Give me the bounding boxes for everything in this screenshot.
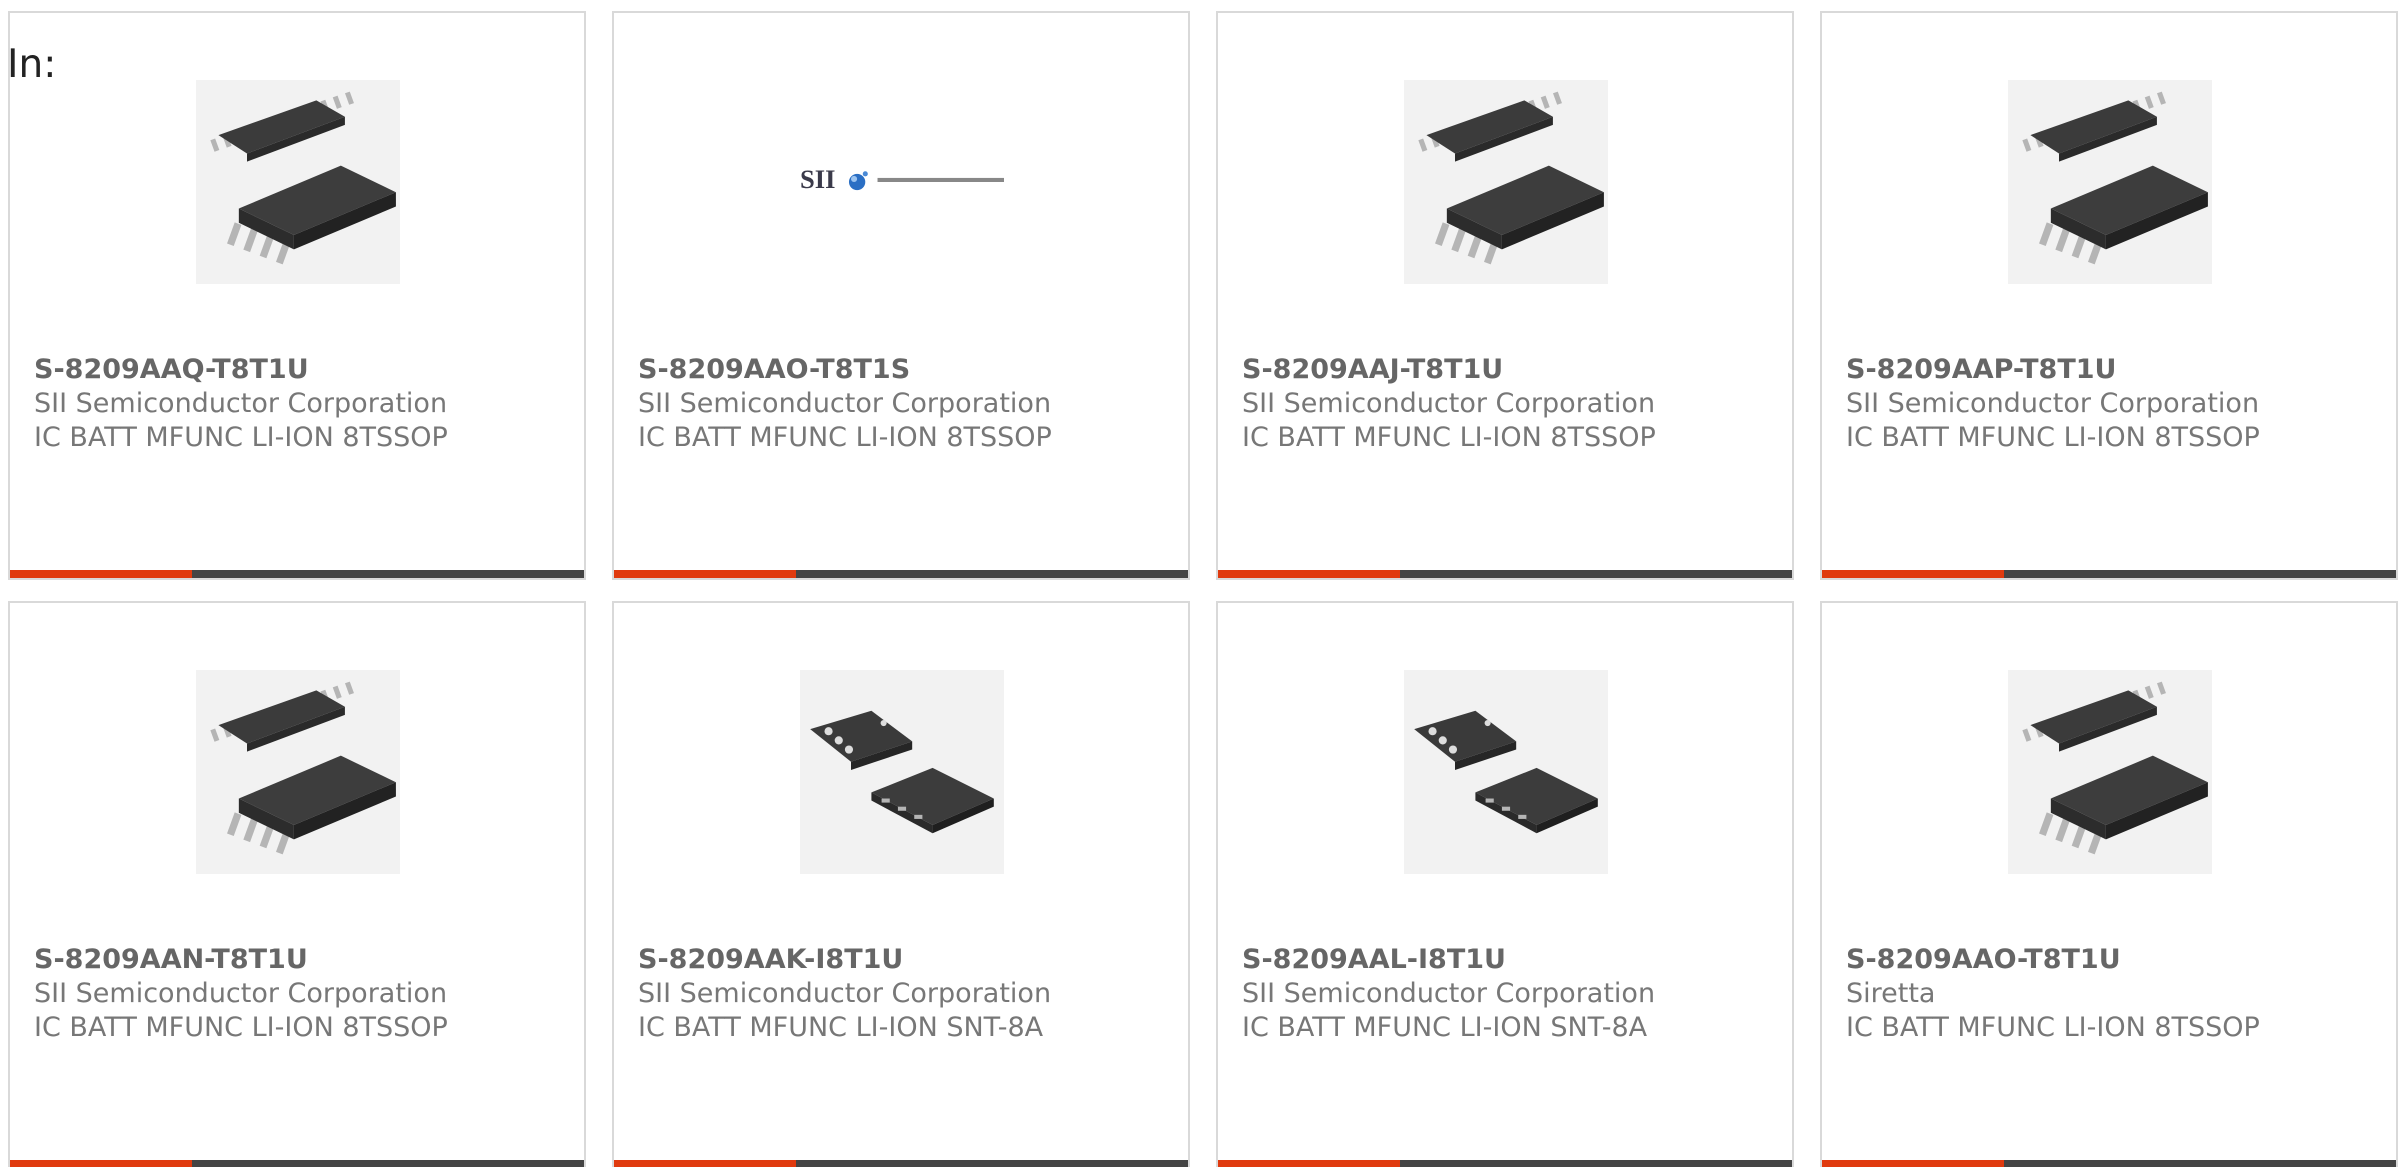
sii-logo-icon: SII	[800, 164, 1004, 194]
tssop-chip-image	[2008, 670, 2212, 874]
page: In: S-8209AAQ-T8T1U SII Semiconductor Co…	[0, 0, 2400, 1167]
description: IC BATT MFUNC LI-ION 8TSSOP	[638, 422, 1052, 453]
card-footer-bar	[1218, 1160, 1792, 1167]
description: IC BATT MFUNC LI-ION 8TSSOP	[1846, 422, 2260, 453]
part-number[interactable]: S-8209AAL-I8T1U	[1242, 943, 1778, 977]
product-info: S-8209AAJ-T8T1U SII Semiconductor Corpor…	[1242, 353, 1778, 455]
card-footer-accent	[1822, 570, 2004, 578]
description: IC BATT MFUNC LI-ION 8TSSOP	[34, 422, 448, 453]
manufacturer: SII Semiconductor Corporation	[1846, 388, 2260, 419]
tssop-chip-icon	[2022, 681, 2208, 855]
card-footer-accent	[614, 570, 796, 578]
card-footer-accent	[1822, 1160, 2004, 1167]
tssop-chip-image	[2008, 80, 2212, 284]
snt-chip-image	[800, 670, 1004, 874]
product-card[interactable]: S-8209AAK-I8T1U SII Semiconductor Corpor…	[612, 601, 1190, 1167]
tssop-chip-icon	[210, 91, 396, 265]
filter-in-label: In:	[7, 42, 57, 87]
part-number[interactable]: S-8209AAO-T8T1U	[1846, 943, 2382, 977]
card-footer-accent	[10, 570, 192, 578]
product-info: S-8209AAO-T8T1U Siretta IC BATT MFUNC LI…	[1846, 943, 2382, 1045]
manufacturer: SII Semiconductor Corporation	[638, 978, 1052, 1009]
manufacturer: Siretta	[1846, 978, 1936, 1009]
manufacturer: SII Semiconductor Corporation	[1242, 388, 1656, 419]
part-number[interactable]: S-8209AAN-T8T1U	[34, 943, 570, 977]
part-number[interactable]: S-8209AAP-T8T1U	[1846, 353, 2382, 387]
tssop-chip-icon	[2022, 91, 2208, 265]
manufacturer: SII Semiconductor Corporation	[34, 388, 448, 419]
card-footer-bar	[614, 1160, 1188, 1167]
card-footer-bar	[1218, 570, 1792, 578]
product-info: S-8209AAK-I8T1U SII Semiconductor Corpor…	[638, 943, 1174, 1045]
description: IC BATT MFUNC LI-ION 8TSSOP	[1846, 1012, 2260, 1043]
card-footer-accent	[10, 1160, 192, 1167]
snt-chip-image	[1404, 670, 1608, 874]
product-card[interactable]: S-8209AAO-T8T1U Siretta IC BATT MFUNC LI…	[1820, 601, 2398, 1167]
part-number[interactable]: S-8209AAK-I8T1U	[638, 943, 1174, 977]
tssop-chip-image	[196, 670, 400, 874]
snt-chip-icon	[1414, 710, 1598, 834]
product-info: S-8209AAO-T8T1S SII Semiconductor Corpor…	[638, 353, 1174, 455]
card-footer-bar	[10, 570, 584, 578]
part-number[interactable]: S-8209AAJ-T8T1U	[1242, 353, 1778, 387]
tssop-chip-image	[1404, 80, 1608, 284]
card-footer-bar	[1822, 1160, 2396, 1167]
description: IC BATT MFUNC LI-ION SNT-8A	[638, 1012, 1044, 1043]
tssop-chip-image	[196, 80, 400, 284]
product-info: S-8209AAL-I8T1U SII Semiconductor Corpor…	[1242, 943, 1778, 1045]
manufacturer: SII Semiconductor Corporation	[638, 388, 1052, 419]
card-footer-accent	[1218, 570, 1400, 578]
snt-chip-icon	[810, 710, 994, 834]
product-card[interactable]: S-8209AAN-T8T1U SII Semiconductor Corpor…	[8, 601, 586, 1167]
product-card[interactable]: S-8209AAL-I8T1U SII Semiconductor Corpor…	[1216, 601, 1794, 1167]
card-footer-bar	[1822, 570, 2396, 578]
product-info: S-8209AAN-T8T1U SII Semiconductor Corpor…	[34, 943, 570, 1045]
tssop-chip-icon	[210, 681, 396, 855]
tssop-chip-icon	[1418, 91, 1604, 265]
product-card[interactable]: SII S-8209AAO-T8T1S SII Semiconductor Co…	[612, 11, 1190, 580]
card-footer-accent	[1218, 1160, 1400, 1167]
part-number[interactable]: S-8209AAQ-T8T1U	[34, 353, 570, 387]
card-footer-bar	[614, 570, 1188, 578]
sii-logo-image: SII	[800, 80, 1004, 284]
product-card[interactable]: S-8209AAP-T8T1U SII Semiconductor Corpor…	[1820, 11, 2398, 580]
product-info: S-8209AAP-T8T1U SII Semiconductor Corpor…	[1846, 353, 2382, 455]
card-footer-accent	[614, 1160, 796, 1167]
manufacturer: SII Semiconductor Corporation	[34, 978, 448, 1009]
card-footer-bar	[10, 1160, 584, 1167]
product-grid: S-8209AAQ-T8T1U SII Semiconductor Corpor…	[8, 11, 2400, 1167]
part-number[interactable]: S-8209AAO-T8T1S	[638, 353, 1174, 387]
product-info: S-8209AAQ-T8T1U SII Semiconductor Corpor…	[34, 353, 570, 455]
manufacturer: SII Semiconductor Corporation	[1242, 978, 1656, 1009]
product-card[interactable]: S-8209AAQ-T8T1U SII Semiconductor Corpor…	[8, 11, 586, 580]
description: IC BATT MFUNC LI-ION 8TSSOP	[1242, 422, 1656, 453]
description: IC BATT MFUNC LI-ION 8TSSOP	[34, 1012, 448, 1043]
description: IC BATT MFUNC LI-ION SNT-8A	[1242, 1012, 1648, 1043]
svg-text:SII: SII	[800, 164, 835, 194]
product-card[interactable]: S-8209AAJ-T8T1U SII Semiconductor Corpor…	[1216, 11, 1794, 580]
